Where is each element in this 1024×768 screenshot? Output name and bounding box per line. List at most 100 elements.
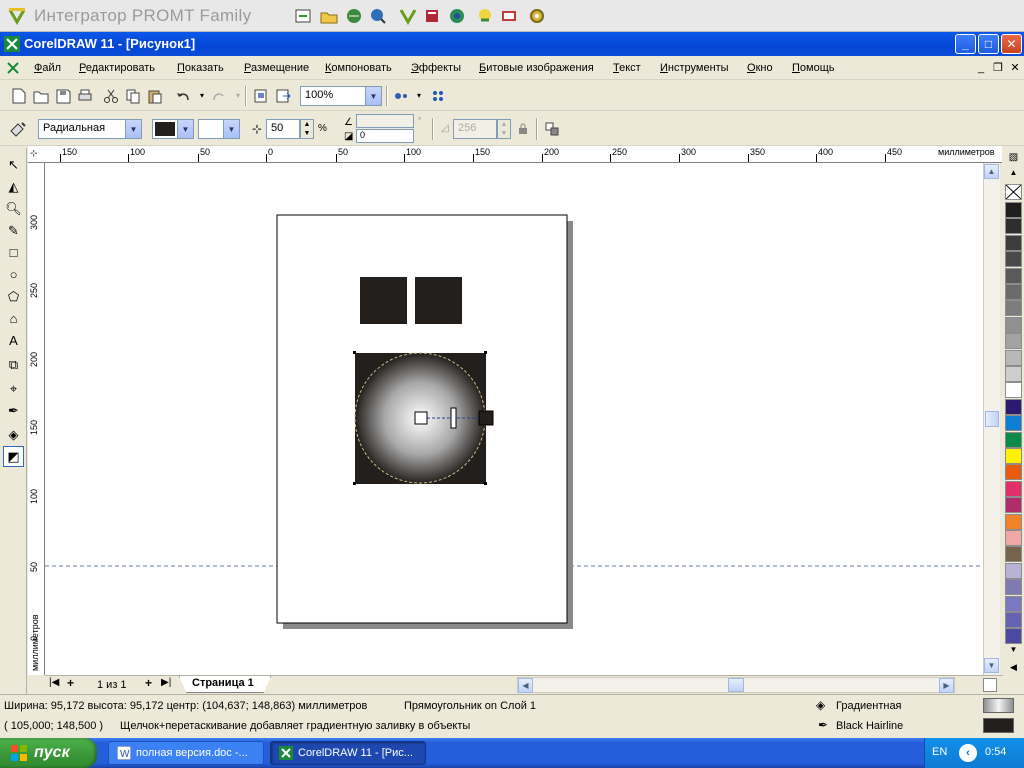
midpoint-spinner[interactable]: ▲ ▼ xyxy=(300,119,314,139)
palette-swatch[interactable] xyxy=(1005,398,1022,415)
taskbar-item-coreldraw[interactable]: CorelDRAW 11 - [Рис... xyxy=(270,741,426,765)
last-page-icon[interactable]: ▶| xyxy=(161,677,171,688)
coreldraw-app-icon[interactable] xyxy=(4,36,20,52)
promt-logo-icon[interactable] xyxy=(6,5,28,27)
menu-edit[interactable]: Редактировать xyxy=(79,62,155,74)
undo-icon[interactable] xyxy=(172,85,194,107)
freehand-tool-icon[interactable]: ✎ xyxy=(3,220,24,241)
close-button[interactable]: ✕ xyxy=(1001,34,1022,54)
new-document-icon[interactable] xyxy=(8,85,30,107)
palette-swatch[interactable] xyxy=(1005,595,1022,612)
horizontal-ruler[interactable]: ⊹ 150 100 50 0 50 100 150 200 250 300 350 400 450 ми… xyxy=(28,146,1002,163)
application-launcher-icon[interactable] xyxy=(390,85,412,107)
pick-tool-icon[interactable]: ↖ xyxy=(3,154,24,175)
paste-icon[interactable] xyxy=(144,85,166,107)
shape-tool-icon[interactable]: ◭ xyxy=(3,176,24,197)
menu-window[interactable]: Окно xyxy=(747,62,773,74)
add-page-after-icon[interactable]: + xyxy=(145,676,152,690)
promt-web-icon[interactable] xyxy=(446,5,468,27)
corel-online-icon[interactable] xyxy=(427,85,449,107)
scroll-right-icon[interactable]: ▶ xyxy=(939,678,954,693)
palette-swatch[interactable] xyxy=(1005,366,1022,382)
gradient-end-handle[interactable] xyxy=(478,410,494,426)
steps-spinner[interactable]: ▲ ▼ xyxy=(497,119,511,139)
palette-swatch[interactable] xyxy=(1005,415,1022,432)
copy-icon[interactable] xyxy=(122,85,144,107)
black-square-left[interactable] xyxy=(360,277,407,324)
interactive-blend-tool-icon[interactable]: ⧉ xyxy=(3,354,24,375)
palette-swatch[interactable] xyxy=(1005,448,1022,464)
first-page-icon[interactable]: |◀ xyxy=(49,677,59,688)
palette-swatch[interactable] xyxy=(1005,218,1022,235)
scroll-down-icon[interactable]: ▼ xyxy=(984,658,999,673)
cut-icon[interactable] xyxy=(100,85,122,107)
outline-preview-swatch[interactable] xyxy=(983,718,1014,733)
add-page-before-icon[interactable]: + xyxy=(67,676,74,690)
palette-swatch[interactable] xyxy=(1005,202,1022,218)
polygon-tool-icon[interactable]: ⬠ xyxy=(3,286,24,307)
palette-swatch[interactable] xyxy=(1005,300,1022,317)
palette-swatch[interactable] xyxy=(1005,316,1022,333)
steps-lock-icon[interactable] xyxy=(514,120,532,138)
ellipse-tool-icon[interactable]: ○ xyxy=(3,264,24,285)
print-icon[interactable] xyxy=(74,85,96,107)
palette-swatch[interactable] xyxy=(1005,382,1022,399)
window-title-bar[interactable]: CorelDRAW 11 - [Рисунок1] _ □ ✕ xyxy=(0,32,1024,56)
vertical-scroll-thumb[interactable] xyxy=(985,411,999,427)
steps-field[interactable]: 256 xyxy=(453,119,497,139)
menu-help[interactable]: Помощь xyxy=(792,62,835,74)
gradient-start-handle[interactable] xyxy=(414,411,428,425)
mdi-minimize-button[interactable]: _ xyxy=(972,59,990,77)
basic-shapes-tool-icon[interactable]: ⌂ xyxy=(3,308,24,329)
scroll-up-icon[interactable]: ▲ xyxy=(984,164,999,179)
text-tool-icon[interactable]: A xyxy=(3,330,24,351)
palette-swatch[interactable] xyxy=(1005,333,1022,350)
end-color-dropdown-icon[interactable]: ▼ xyxy=(223,120,239,138)
end-color-picker[interactable]: ▼ xyxy=(198,119,240,139)
scroll-left-icon[interactable]: ◀ xyxy=(518,678,533,693)
no-fill-swatch-icon[interactable] xyxy=(1005,184,1022,200)
gradient-midpoint-slider[interactable] xyxy=(450,407,457,429)
copy-fill-properties-icon[interactable] xyxy=(541,118,563,140)
palette-swatch[interactable] xyxy=(1005,431,1022,448)
menu-layout[interactable]: Размещение xyxy=(244,62,309,74)
palette-swatch[interactable] xyxy=(1005,284,1022,300)
menu-file[interactable]: Файл xyxy=(34,62,61,74)
menu-effects[interactable]: Эффекты xyxy=(411,62,461,74)
rectangle-tool-icon[interactable]: □ xyxy=(3,242,24,263)
fill-type-select[interactable]: Радиальная ▼ xyxy=(38,119,142,139)
fill-type-dropdown-arrow-icon[interactable]: ▼ xyxy=(125,120,141,138)
taskbar-item-word[interactable]: W полная версия.doc -... xyxy=(108,741,264,765)
mdi-close-button[interactable]: ✕ xyxy=(1006,59,1024,77)
promt-search-globe-icon[interactable] xyxy=(367,5,389,27)
palette-swatch[interactable] xyxy=(1005,628,1022,645)
start-button[interactable]: пуск xyxy=(0,738,97,768)
promt-globe-icon[interactable] xyxy=(343,5,365,27)
promt-filter-icon[interactable] xyxy=(397,5,419,27)
palette-swatch[interactable] xyxy=(1005,480,1022,497)
palette-swatch[interactable] xyxy=(1005,234,1022,251)
eyedropper-tool-icon[interactable]: ⌖ xyxy=(3,378,24,399)
palette-scroll-down-icon[interactable]: ▼ xyxy=(1005,645,1022,657)
zoom-dropdown-arrow-icon[interactable]: ▼ xyxy=(365,87,381,105)
tray-expand-icon[interactable]: ‹ xyxy=(959,744,977,762)
fill-tool-icon[interactable]: ◈ xyxy=(3,424,24,445)
zoom-level-select[interactable]: 100% ▼ xyxy=(300,86,382,106)
palette-swatch[interactable] xyxy=(1005,267,1022,284)
angle-field[interactable] xyxy=(356,114,414,128)
menu-bitmaps[interactable]: Битовые изображения xyxy=(479,62,594,74)
promt-book-icon[interactable] xyxy=(421,5,443,27)
selection-handle[interactable] xyxy=(484,482,487,485)
menu-view[interactable]: Показать xyxy=(177,62,224,74)
outline-tool-icon[interactable]: ✒ xyxy=(3,400,24,421)
promt-dictionary-icon[interactable] xyxy=(498,5,520,27)
palette-swatch[interactable] xyxy=(1005,349,1022,366)
launcher-dropdown-icon[interactable]: ▾ xyxy=(410,87,428,105)
palette-swatch[interactable] xyxy=(1005,513,1022,530)
palette-swatch[interactable] xyxy=(1005,497,1022,514)
menu-text[interactable]: Текст xyxy=(613,62,641,74)
menu-arrange[interactable]: Компоновать xyxy=(325,62,392,74)
palette-swatch[interactable] xyxy=(1005,546,1022,563)
palette-expand-icon[interactable]: ◀ xyxy=(1005,662,1022,676)
edge-pad-field[interactable]: 0 xyxy=(356,129,414,143)
